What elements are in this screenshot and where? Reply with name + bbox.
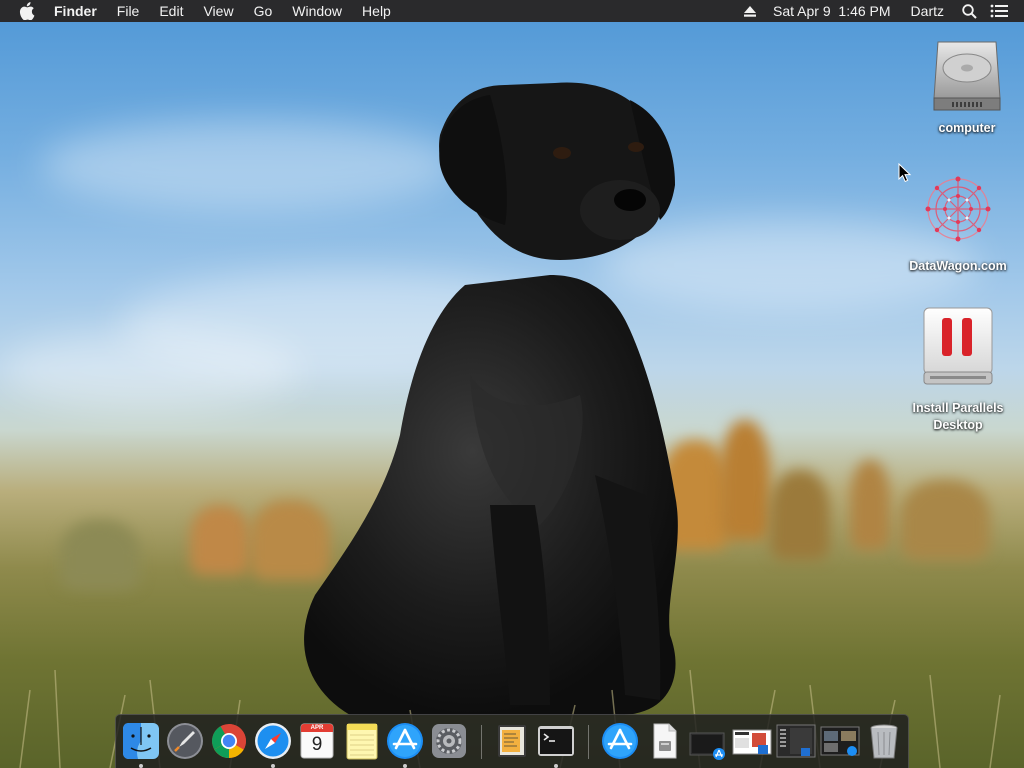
- launchpad-icon: [167, 723, 203, 759]
- menu-file[interactable]: File: [107, 0, 150, 22]
- desktop-wallpaper: [0, 0, 1024, 768]
- dock-separator: [588, 725, 589, 759]
- dock-system-preferences[interactable]: [429, 721, 469, 761]
- system-preferences-icon: [432, 724, 466, 758]
- menu-view[interactable]: View: [193, 0, 243, 22]
- running-indicator: [139, 764, 143, 768]
- dock-notes[interactable]: [341, 721, 381, 761]
- dock-screenshot-3[interactable]: [820, 721, 860, 761]
- finder-icon: [123, 723, 159, 759]
- menu-help[interactable]: Help: [352, 0, 401, 22]
- calendar-month: APR: [310, 725, 324, 731]
- screenshot-thumbnail-icon: [732, 729, 772, 755]
- desktop-icon-label: DataWagon.com: [909, 259, 1007, 273]
- safari-icon: [255, 723, 291, 759]
- notes-icon: [346, 723, 378, 760]
- chrome-icon: [212, 724, 246, 758]
- notification-center-icon[interactable]: [984, 0, 1024, 22]
- menu-window[interactable]: Window: [282, 0, 352, 22]
- dock-screenshot-1[interactable]: [732, 721, 772, 761]
- dock-documents[interactable]: [644, 721, 684, 761]
- desktop-icon-computer[interactable]: computer: [912, 38, 1022, 137]
- dock-downloads[interactable]: [688, 721, 728, 761]
- dock: APR 9: [115, 714, 909, 768]
- dock-safari[interactable]: [253, 721, 293, 768]
- desktop-icon-datawagon[interactable]: DataWagon.com: [903, 170, 1013, 275]
- datawagon-logo-icon: [925, 176, 991, 242]
- sublime-text-icon: [498, 725, 526, 757]
- menu-bar: Finder File Edit View Go Window Help Sat…: [0, 0, 1024, 22]
- dock-finder[interactable]: [121, 721, 161, 768]
- menu-go[interactable]: Go: [244, 0, 283, 22]
- dock-launchpad[interactable]: [165, 721, 205, 761]
- desktop-icon-parallels[interactable]: Install Parallels Desktop: [903, 306, 1013, 434]
- eject-icon[interactable]: [737, 0, 763, 22]
- dock-terminal[interactable]: [536, 721, 576, 768]
- desktop-icon-label: computer: [938, 121, 996, 135]
- screenshot-thumbnail-icon: [820, 726, 860, 756]
- running-indicator: [554, 764, 558, 768]
- running-indicator: [403, 764, 407, 768]
- menu-finder[interactable]: Finder: [54, 0, 107, 22]
- terminal-icon: [538, 726, 574, 756]
- dock-trash[interactable]: [864, 721, 904, 761]
- downloads-stack-icon: [689, 732, 725, 760]
- dock-separator: [481, 725, 482, 759]
- applications-folder-icon: [602, 723, 638, 759]
- screenshot-thumbnail-icon: [776, 724, 816, 758]
- app-store-icon: [387, 723, 423, 759]
- dock-sublime-text[interactable]: [492, 721, 532, 761]
- apple-icon[interactable]: [19, 0, 37, 22]
- dock-applications-folder[interactable]: [600, 721, 640, 761]
- document-icon: [653, 723, 677, 759]
- dock-app-store[interactable]: [385, 721, 425, 768]
- parallels-installer-icon: [923, 307, 993, 385]
- hard-drive-icon: [933, 41, 1001, 111]
- running-indicator: [271, 764, 275, 768]
- dock-calendar[interactable]: APR 9: [297, 721, 337, 761]
- clock[interactable]: Sat Apr 9 1:46 PM: [763, 0, 901, 22]
- calendar-day: 9: [311, 734, 323, 755]
- user-menu[interactable]: Dartz: [901, 0, 954, 22]
- menu-edit[interactable]: Edit: [149, 0, 193, 22]
- desktop-icon-label: Install Parallels Desktop: [912, 401, 1004, 432]
- mouse-cursor-icon: [898, 163, 912, 183]
- dock-chrome[interactable]: [209, 721, 249, 761]
- dock-screenshot-2[interactable]: [776, 721, 816, 761]
- spotlight-search-icon[interactable]: [954, 0, 984, 22]
- trash-icon: [870, 724, 898, 759]
